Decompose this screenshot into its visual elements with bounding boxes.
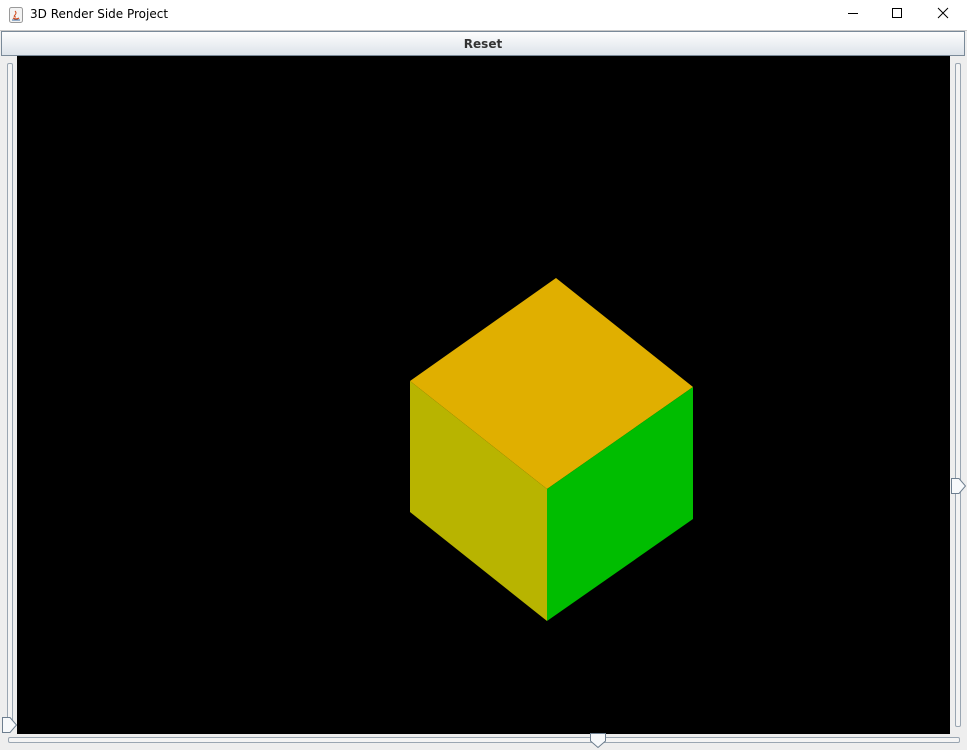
close-icon (937, 6, 949, 24)
bottom-slider-track[interactable] (8, 737, 960, 743)
reset-button[interactable]: Reset (1, 31, 965, 56)
left-slider-track[interactable] (7, 63, 13, 727)
minimize-button[interactable] (830, 0, 876, 30)
maximize-icon (891, 6, 903, 24)
bottom-slider-thumb[interactable] (589, 732, 607, 754)
minimize-icon (847, 6, 859, 24)
title-bar[interactable]: 3D Render Side Project (0, 0, 967, 30)
close-button[interactable] (920, 0, 966, 30)
right-slider-track[interactable] (955, 63, 961, 727)
java-icon (9, 7, 23, 23)
left-slider-thumb[interactable] (1, 716, 18, 739)
right-slider-thumb[interactable] (950, 477, 967, 500)
window-title: 3D Render Side Project (30, 7, 169, 21)
render-canvas[interactable] (17, 56, 950, 734)
maximize-button[interactable] (874, 0, 920, 30)
